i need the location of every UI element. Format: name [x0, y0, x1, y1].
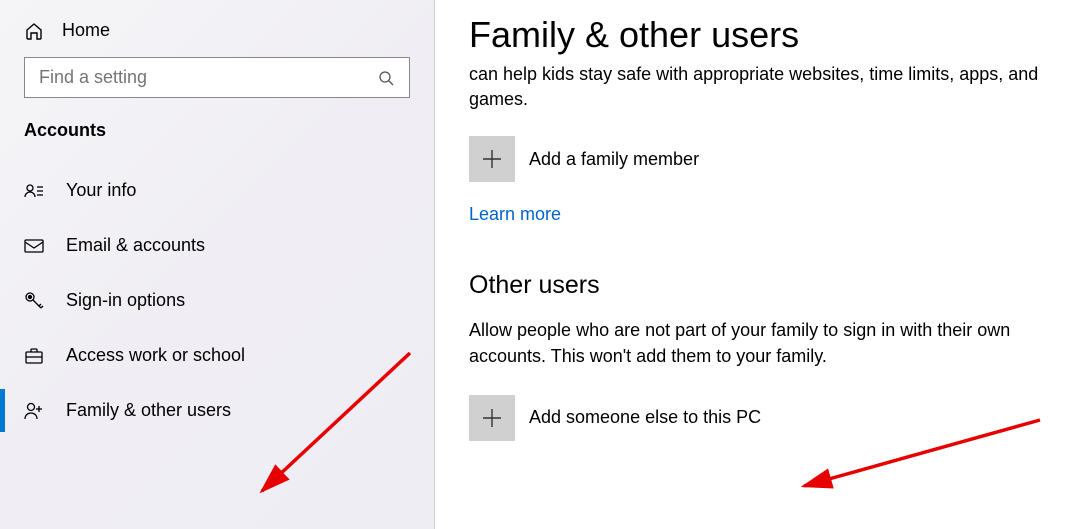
sidebar-item-label: Access work or school — [66, 345, 245, 366]
briefcase-icon — [24, 346, 44, 366]
add-family-label: Add a family member — [529, 149, 699, 170]
home-label: Home — [62, 20, 110, 41]
plus-icon — [469, 395, 515, 441]
sidebar-item-email-accounts[interactable]: Email & accounts — [0, 218, 434, 273]
other-users-description: Allow people who are not part of your fa… — [469, 318, 1050, 368]
other-users-heading: Other users — [469, 271, 1050, 300]
sidebar-item-work-school[interactable]: Access work or school — [0, 328, 434, 383]
people-add-icon — [24, 401, 44, 421]
main-content: Family & other users can help kids stay … — [435, 0, 1080, 529]
mail-icon — [24, 236, 44, 256]
family-description: can help kids stay safe with appropriate… — [469, 62, 1050, 112]
contact-card-icon — [24, 181, 44, 201]
home-button[interactable]: Home — [0, 12, 434, 57]
sidebar-item-label: Your info — [66, 180, 136, 201]
search-input[interactable] — [24, 57, 410, 98]
section-header: Accounts — [0, 116, 434, 163]
learn-more-link[interactable]: Learn more — [469, 204, 561, 225]
home-icon — [24, 21, 44, 41]
sidebar-item-label: Email & accounts — [66, 235, 205, 256]
page-title: Family & other users — [469, 14, 1050, 56]
search-wrap — [24, 57, 410, 98]
sidebar-item-label: Sign-in options — [66, 290, 185, 311]
sidebar: Home Accounts Your info — [0, 0, 435, 529]
sidebar-item-sign-in-options[interactable]: Sign-in options — [0, 273, 434, 328]
add-family-member-button[interactable]: Add a family member — [469, 136, 1050, 182]
key-icon — [24, 291, 44, 311]
plus-icon — [469, 136, 515, 182]
add-other-user-button[interactable]: Add someone else to this PC — [469, 395, 1050, 441]
sidebar-item-your-info[interactable]: Your info — [0, 163, 434, 218]
add-other-label: Add someone else to this PC — [529, 407, 761, 428]
sidebar-item-label: Family & other users — [66, 400, 231, 421]
sidebar-item-family-other-users[interactable]: Family & other users — [0, 383, 434, 438]
